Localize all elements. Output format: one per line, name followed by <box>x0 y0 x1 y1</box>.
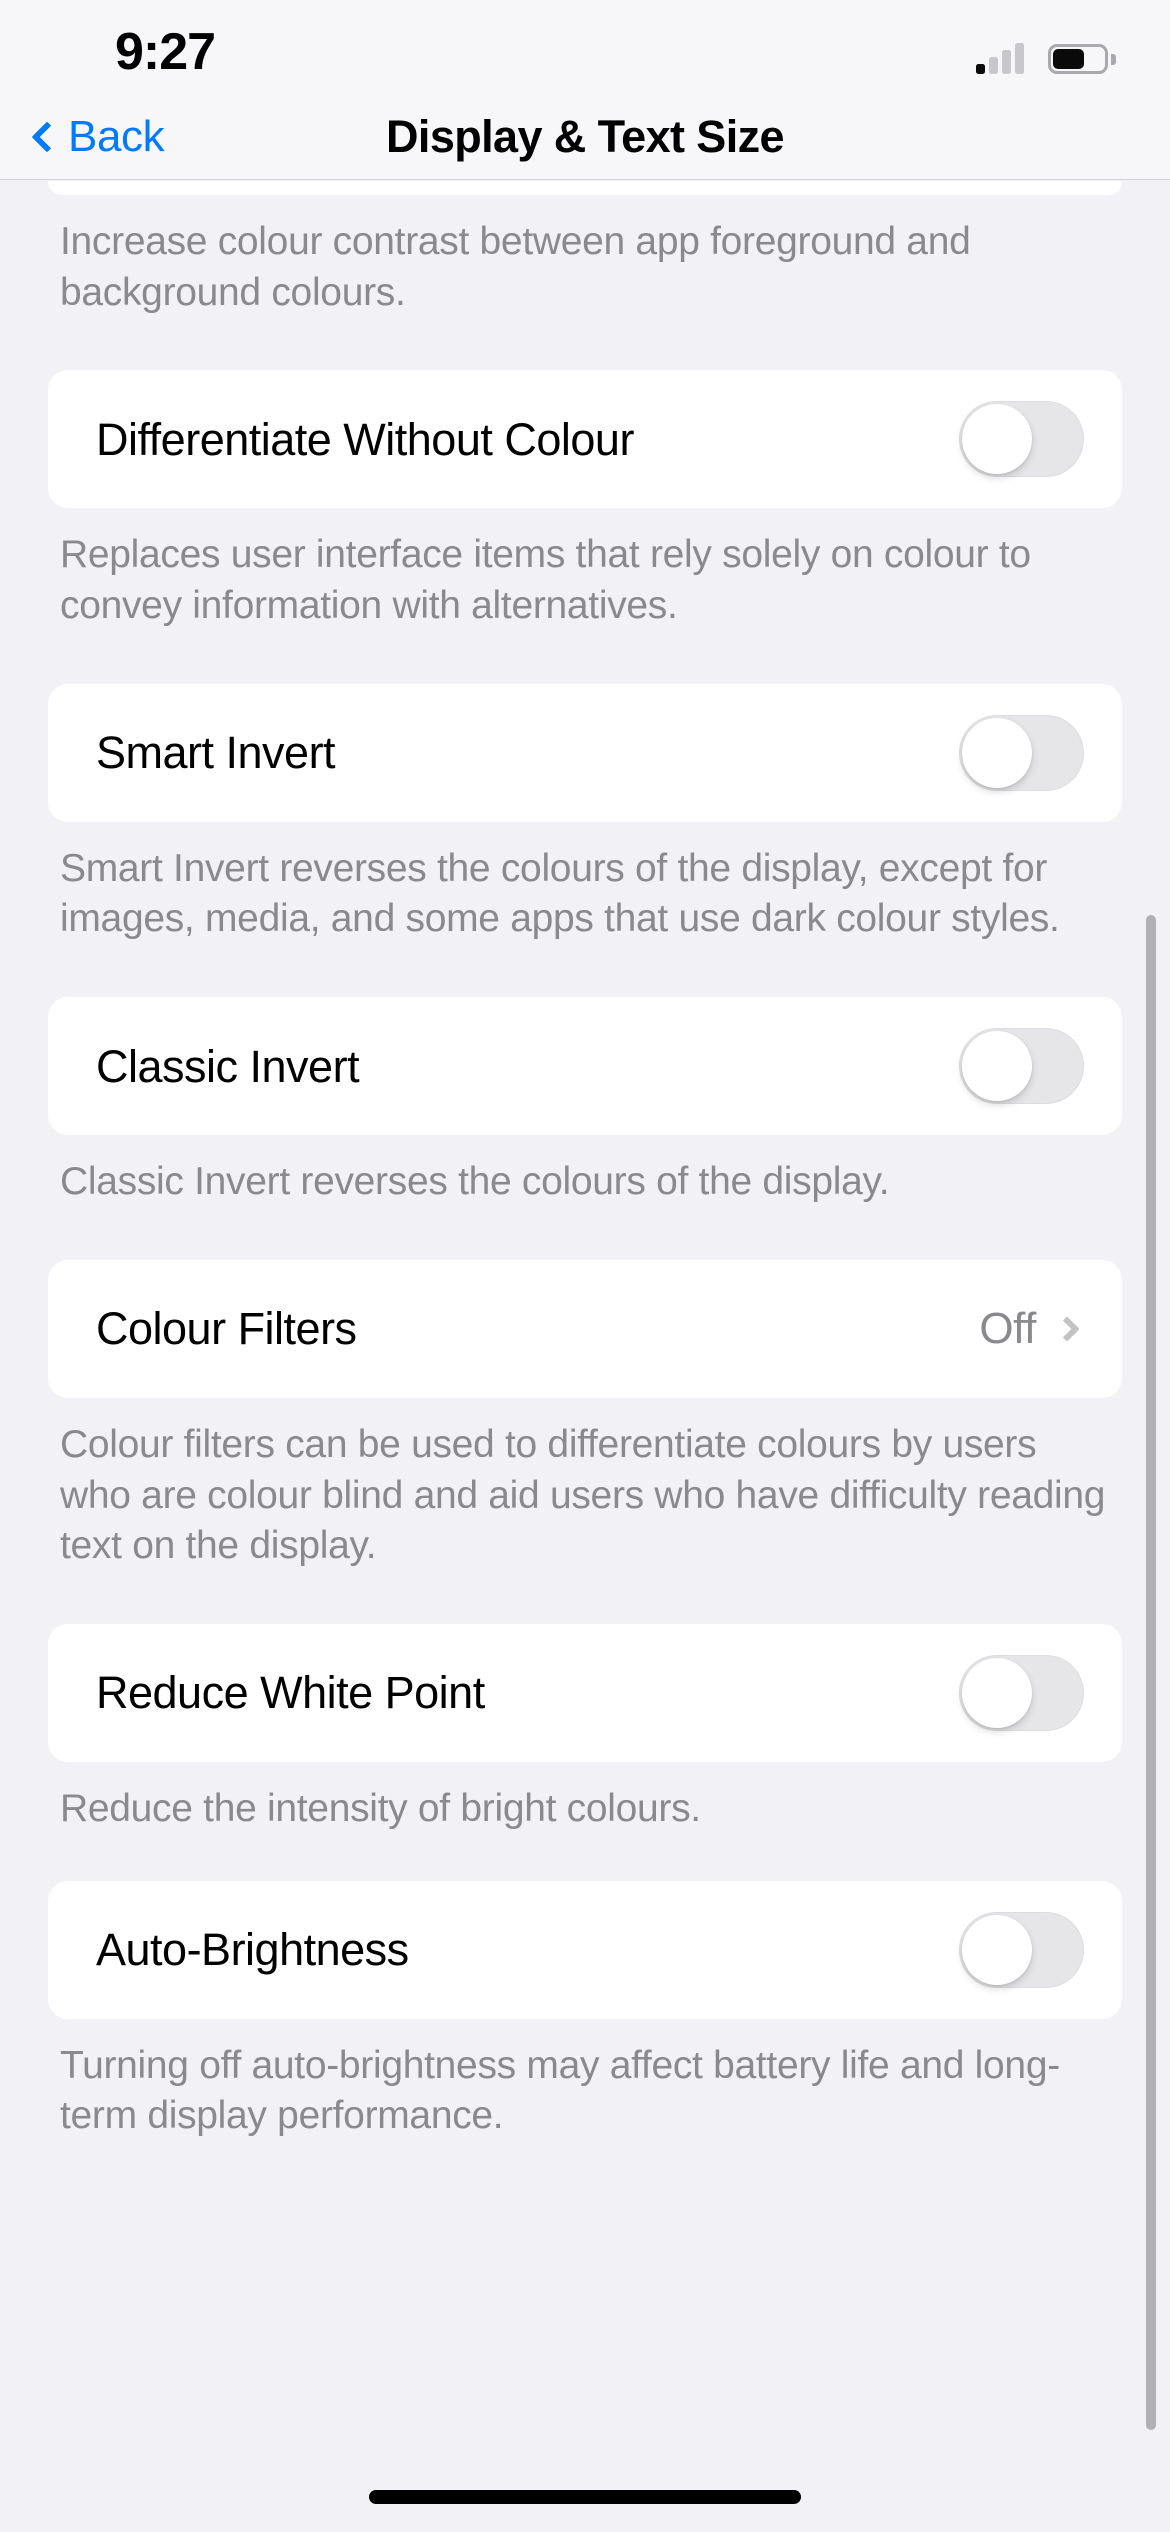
navigation-bar: Back Display & Text Size <box>0 95 1170 180</box>
settings-scroll-view[interactable]: Increase colour contrast between app for… <box>0 181 1170 2532</box>
row-auto-brightness[interactable]: Auto-Brightness <box>48 1881 1122 2019</box>
row-label: Reduce White Point <box>96 1667 485 1719</box>
differentiate-without-colour-footer: Replaces user interface items that rely … <box>60 533 1031 628</box>
row-label: Classic Invert <box>96 1040 360 1092</box>
colour-filters-value: Off <box>979 1303 1036 1353</box>
toggle-smart-invert[interactable] <box>959 714 1084 791</box>
toggle-reduce-white-point[interactable] <box>959 1654 1084 1731</box>
toggle-knob <box>962 1914 1032 1985</box>
row-label: Smart Invert <box>96 727 336 779</box>
increase-contrast-footer: Increase colour contrast between app for… <box>60 220 971 314</box>
cellular-signal-icon <box>976 42 1024 74</box>
toggle-knob <box>962 717 1032 788</box>
colour-filters-card: Colour Filters Off <box>48 1259 1122 1398</box>
row-label: Differentiate Without Colour <box>96 413 634 465</box>
row-differentiate-without-colour[interactable]: Differentiate Without Colour <box>48 370 1122 508</box>
classic-invert-footer: Classic Invert reverses the colours of t… <box>60 1160 890 1204</box>
row-label: Colour Filters <box>96 1303 357 1355</box>
toggle-knob <box>962 404 1032 475</box>
vertical-scrollbar[interactable] <box>1146 915 1156 2430</box>
smart-invert-card: Smart Invert <box>48 683 1122 822</box>
status-bar-indicators <box>976 30 1116 74</box>
reduce-white-point-card: Reduce White Point <box>48 1623 1122 1762</box>
row-label: Auto-Brightness <box>96 1924 409 1976</box>
colour-filters-footer: Colour filters can be used to differenti… <box>60 1422 1106 1568</box>
toggle-classic-invert[interactable] <box>959 1028 1084 1105</box>
reduce-white-point-footer: Reduce the intensity of bright colours. <box>60 1786 701 1830</box>
classic-invert-card: Classic Invert <box>48 997 1122 1136</box>
iphone-screen: 9:27 Back Display & Text Size Increase c… <box>0 0 1170 2532</box>
auto-brightness-card: Auto-Brightness <box>48 1880 1122 2019</box>
battery-icon <box>1048 44 1116 74</box>
chevron-right-icon <box>1054 1316 1080 1342</box>
differentiate-without-colour-card: Differentiate Without Colour <box>48 370 1122 509</box>
home-indicator[interactable] <box>369 2490 801 2504</box>
row-smart-invert[interactable]: Smart Invert <box>48 684 1122 822</box>
row-colour-filters[interactable]: Colour Filters Off <box>48 1260 1122 1398</box>
increase-contrast-card-clipped[interactable] <box>48 181 1122 195</box>
toggle-knob <box>962 1031 1032 1102</box>
status-bar-clock: 9:27 <box>114 23 216 81</box>
toggle-knob <box>962 1657 1032 1728</box>
row-classic-invert[interactable]: Classic Invert <box>48 997 1122 1135</box>
status-bar: 9:27 <box>0 0 1170 95</box>
auto-brightness-footer: Turning off auto-brightness may affect b… <box>60 2043 1060 2138</box>
toggle-auto-brightness[interactable] <box>959 1911 1084 1988</box>
toggle-differentiate-without-colour[interactable] <box>959 401 1084 478</box>
row-accessory: Off <box>979 1304 1084 1354</box>
page-title: Display & Text Size <box>386 111 785 162</box>
smart-invert-footer: Smart Invert reverses the colours of the… <box>60 846 1060 941</box>
row-reduce-white-point[interactable]: Reduce White Point <box>48 1624 1122 1762</box>
